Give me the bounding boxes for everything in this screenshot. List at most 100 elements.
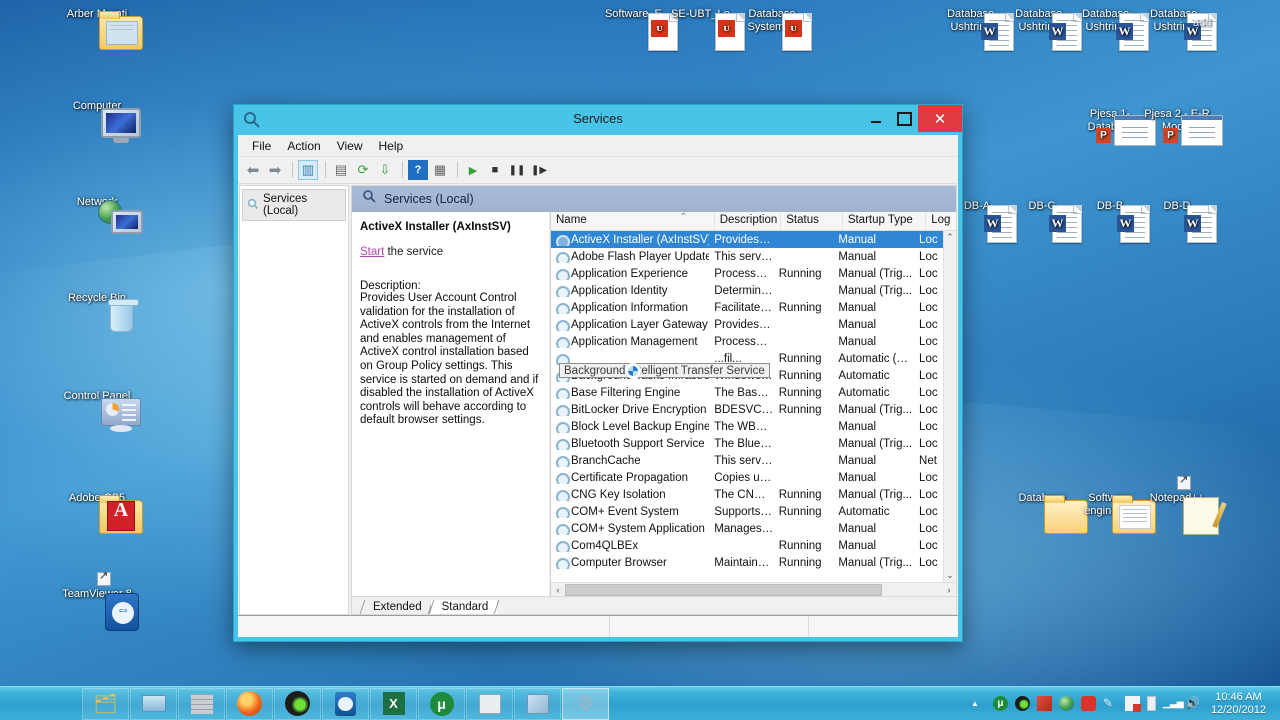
stop-service-icon[interactable]: ■ (485, 160, 505, 180)
desktop-icon-database-ushtrim-2[interactable]: W Database - Ushtrim... (1005, 8, 1082, 51)
table-row[interactable]: Application Experience Processes a... Runn… (551, 265, 943, 282)
table-row[interactable]: Base Filtering Engine The Base Fil... Runn… (551, 384, 943, 401)
desktop-icon-software-e[interactable]: ᴜ Software_E... (601, 8, 678, 51)
table-row[interactable]: Adobe Flash Player Update ... This servic… (551, 248, 943, 265)
column-header-startup-type[interactable]: Startup Type (843, 212, 927, 230)
start-service-link[interactable]: Start (360, 246, 384, 258)
desktop-icon-recycle-bin[interactable]: Recycle Bin (60, 292, 139, 332)
list-rows[interactable]: ActiveX Installer (AxInstSV) Provides Us.… (551, 231, 943, 582)
desktop-icon-arber-murati[interactable]: Arber Murati (60, 8, 143, 50)
menu-view[interactable]: View (329, 137, 371, 155)
show-hidden-icons-icon[interactable]: ▲ (971, 696, 986, 711)
column-header-description[interactable]: Description (715, 212, 782, 230)
table-row[interactable]: Bluetooth Support Service The Bluetoo... M… (551, 435, 943, 452)
pause-service-icon[interactable]: ❚❚ (507, 160, 527, 180)
minimize-button[interactable] (862, 105, 890, 132)
desktop-icon-database-ushtrim-1[interactable]: W Database - Ushtrim... (937, 8, 1014, 51)
table-row[interactable]: CNG Key Isolation The CNG ke... Running Man… (551, 486, 943, 503)
desktop-icon-computer[interactable]: Computer (60, 100, 141, 143)
taskbar-excel[interactable]: X (370, 687, 417, 720)
window-controls[interactable]: ✕ (862, 105, 962, 135)
scroll-down-arrow[interactable]: ⌄ (946, 570, 954, 582)
desktop-icon-pjesa-2[interactable]: P Pjesa 2 - E-R Model (1140, 108, 1223, 146)
desktop-icon-notepadpp[interactable]: Notepad++ (1140, 474, 1227, 535)
view-tabs[interactable]: Extended Standard (352, 596, 956, 614)
desktop-icon-teamviewer[interactable]: TeamViewer 8 (60, 570, 139, 631)
desktop-icon-database-system[interactable]: ᴜ Database System ... (735, 8, 812, 51)
taskbar-notepad-app[interactable] (514, 687, 561, 720)
show-hide-action-pane-icon[interactable]: ▦ (430, 160, 450, 180)
desktop-icon-database-ushtrim-3[interactable]: W Database - Ushtrim... (1072, 8, 1149, 51)
volume-tray-icon[interactable]: 🔊 (1185, 696, 1200, 711)
column-header-status[interactable]: Status (781, 212, 843, 230)
close-button[interactable]: ✕ (918, 105, 962, 132)
menu-bar[interactable]: File Action View Help (238, 135, 958, 157)
desktop-icon-control-panel[interactable]: Control Panel (60, 390, 141, 432)
desktop-icon-adobe-cs5[interactable]: Adobe CS5 (60, 492, 143, 534)
signal-strength-tray-icon[interactable]: ▁▃▅ (1163, 696, 1184, 711)
table-row[interactable]: ActiveX Installer (AxInstSV) Provides Us.… (551, 231, 943, 248)
table-row[interactable]: Com4QLBEx Running Manual Loc (551, 537, 943, 554)
taskbar-firefox[interactable] (226, 687, 273, 720)
scroll-right-arrow[interactable]: › (942, 585, 956, 595)
desktop-icon-software-enginering-folder[interactable]: Software enginering (1073, 492, 1156, 534)
tree-node-services-local[interactable]: Services (Local) (242, 189, 346, 221)
table-row[interactable]: COM+ System Application Manages th... Manu… (551, 520, 943, 537)
menu-action[interactable]: Action (279, 137, 328, 155)
services-list[interactable]: Name Description Status Startup Type Log… (550, 212, 956, 596)
utorrent-tray-icon[interactable]: μ (992, 696, 1008, 711)
taskbar-utorrent[interactable]: μ (418, 687, 465, 720)
toolbar[interactable]: ⬅ ➡ ▥ ▤ ⟳ ⇩ ? ▦ ▶ ■ ❚❚ ❚▶ (238, 157, 958, 184)
table-row[interactable]: Block Level Backup Engine ... The WBENG..… (551, 418, 943, 435)
show-hide-console-tree-icon[interactable]: ▥ (298, 160, 318, 180)
table-row[interactable]: Application Layer Gateway ... Provides su… (551, 316, 943, 333)
desktop-icon-db-d[interactable]: W DB-D (1140, 200, 1217, 243)
taskbar-services-window[interactable]: ⚙ (562, 687, 609, 720)
taskbar-printer-app[interactable] (466, 687, 513, 720)
list-header[interactable]: Name Description Status Startup Type Log (551, 212, 956, 231)
media-tray-icon[interactable] (1014, 696, 1030, 711)
taskbar-file-explorer[interactable]: 🗂 (82, 687, 129, 720)
desktop-icon-db-c[interactable]: W DB-C (1005, 200, 1082, 243)
vertical-scrollbar[interactable]: ⌃ ⌄ (943, 231, 956, 582)
help-icon[interactable]: ? (408, 160, 428, 180)
taskbar-windows-media-player[interactable] (130, 687, 177, 720)
refresh-icon[interactable]: ⟳ (353, 160, 373, 180)
start-service-icon[interactable]: ▶ (463, 160, 483, 180)
system-tray[interactable]: ▲ μ ✎ ▁▃▅ 🔊 10:46 AM 12/20/2012 (971, 691, 1280, 716)
table-row[interactable]: BranchCache This service ... Manual Net (551, 452, 943, 469)
restart-service-icon[interactable]: ❚▶ (529, 160, 549, 180)
window-titlebar[interactable]: Services ✕ (234, 105, 962, 135)
shield-tray-icon[interactable] (1080, 696, 1096, 711)
table-row[interactable]: Application Information Facilitates t... R… (551, 299, 943, 316)
desktop-icon-se-ubt-le[interactable]: ᴜ SE-UBT_Le... (668, 8, 745, 51)
battery-tray-icon[interactable] (1146, 696, 1156, 711)
desktop-icon-pjesa-1[interactable]: P Pjesa 1- Databa... (1073, 108, 1156, 146)
maximize-button[interactable] (890, 105, 918, 132)
forward-icon[interactable]: ➡ (265, 160, 285, 180)
menu-help[interactable]: Help (371, 137, 412, 155)
desktop-icon-database-folder[interactable]: Database (1005, 492, 1088, 534)
back-icon[interactable]: ⬅ (243, 160, 263, 180)
table-row[interactable]: BitLocker Drive Encryption ... BDESVC hos… (551, 401, 943, 418)
taskbar-media-app[interactable] (274, 687, 321, 720)
scroll-up-arrow[interactable]: ⌃ (946, 231, 954, 243)
table-row[interactable]: Application Identity Determines ... Manual… (551, 282, 943, 299)
tab-extended[interactable]: Extended (362, 600, 431, 614)
taskbar-brick-app[interactable] (178, 687, 225, 720)
scroll-left-arrow[interactable]: ‹ (551, 585, 565, 595)
action-center-tray-icon[interactable] (1124, 696, 1141, 712)
taskbar-clock[interactable]: 10:46 AM 12/20/2012 (1207, 691, 1272, 716)
table-row[interactable]: Computer Browser Maintains a... Running Man… (551, 554, 943, 571)
taskbar-teamviewer[interactable] (322, 687, 369, 720)
horizontal-scrollbar[interactable]: ‹ › (551, 582, 956, 596)
export-list-icon[interactable]: ⇩ (375, 160, 395, 180)
hscroll-thumb[interactable] (565, 583, 882, 596)
desktop-icon-db-b[interactable]: W DB-B (1073, 200, 1150, 243)
tab-standard[interactable]: Standard (430, 600, 498, 614)
desktop-icon-network[interactable]: Network (60, 196, 143, 234)
hscroll-track[interactable] (565, 583, 942, 596)
column-header-log-on-as[interactable]: Log (926, 212, 956, 230)
menu-file[interactable]: File (244, 137, 279, 155)
column-header-name[interactable]: Name (551, 212, 715, 230)
